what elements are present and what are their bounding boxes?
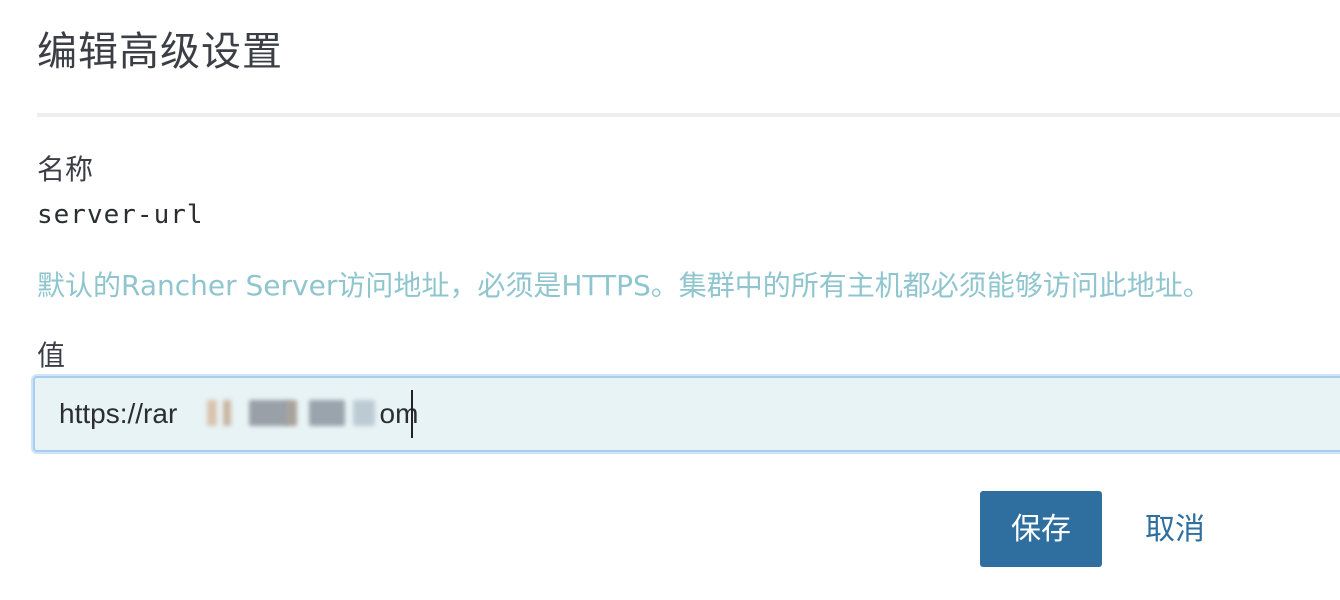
redacted-text-block [353, 400, 375, 426]
setting-name-value: server-url [37, 200, 204, 230]
redacted-text-block [207, 400, 217, 426]
edit-advanced-setting-dialog: 编辑高级设置 名称 server-url 默认的Rancher Server访问… [0, 0, 1340, 600]
value-label: 值 [37, 339, 66, 372]
setting-description: 默认的Rancher Server访问地址，必须是HTTPS。集群中的所有主机都… [37, 269, 1211, 302]
title-divider [37, 113, 1340, 117]
cancel-button[interactable]: 取消 [1130, 491, 1220, 567]
redacted-text-block [309, 400, 345, 426]
value-input-container[interactable] [33, 376, 1340, 452]
redacted-text-block [249, 400, 289, 426]
redacted-text-block [223, 400, 231, 426]
name-label: 名称 [37, 153, 94, 186]
save-button[interactable]: 保存 [980, 491, 1102, 567]
redacted-text-block [287, 400, 297, 426]
text-caret [411, 390, 413, 438]
dialog-title: 编辑高级设置 [37, 29, 283, 75]
